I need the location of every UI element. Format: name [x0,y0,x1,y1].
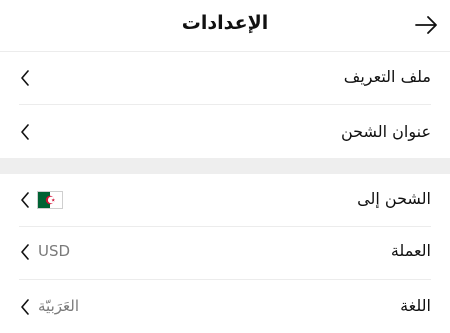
settings-row-language[interactable]: العَرَبيّة اللغة [0,280,450,333]
chevron-left-icon [21,299,29,315]
language-value: العَرَبيّة [38,297,79,315]
settings-row-shipping-address[interactable]: عنوان الشحن [0,105,450,158]
settings-row-label: ملف التعريف [343,67,431,86]
settings-row-label: عنوان الشحن [340,122,431,141]
back-button[interactable] [414,12,440,38]
chevron-left-icon [21,192,29,208]
settings-row-profile[interactable]: ملف التعريف [0,52,450,104]
chevron-left-icon [21,244,29,260]
settings-row-currency[interactable]: USD العملة [0,227,450,279]
page-title: الإعدادات [181,12,269,34]
section-separator [0,158,450,174]
currency-value: USD [38,242,71,260]
header-bar: الإعدادات [0,0,450,52]
chevron-left-icon [21,70,29,86]
settings-row-label: العملة [390,241,431,260]
algeria-flag-icon [37,191,63,209]
arrow-right-icon [415,16,437,34]
settings-row-label: اللغة [400,296,431,315]
chevron-left-icon [21,124,29,140]
settings-row-ship-to[interactable]: الشحن إلى [0,174,450,226]
settings-row-label: الشحن إلى [357,189,431,208]
